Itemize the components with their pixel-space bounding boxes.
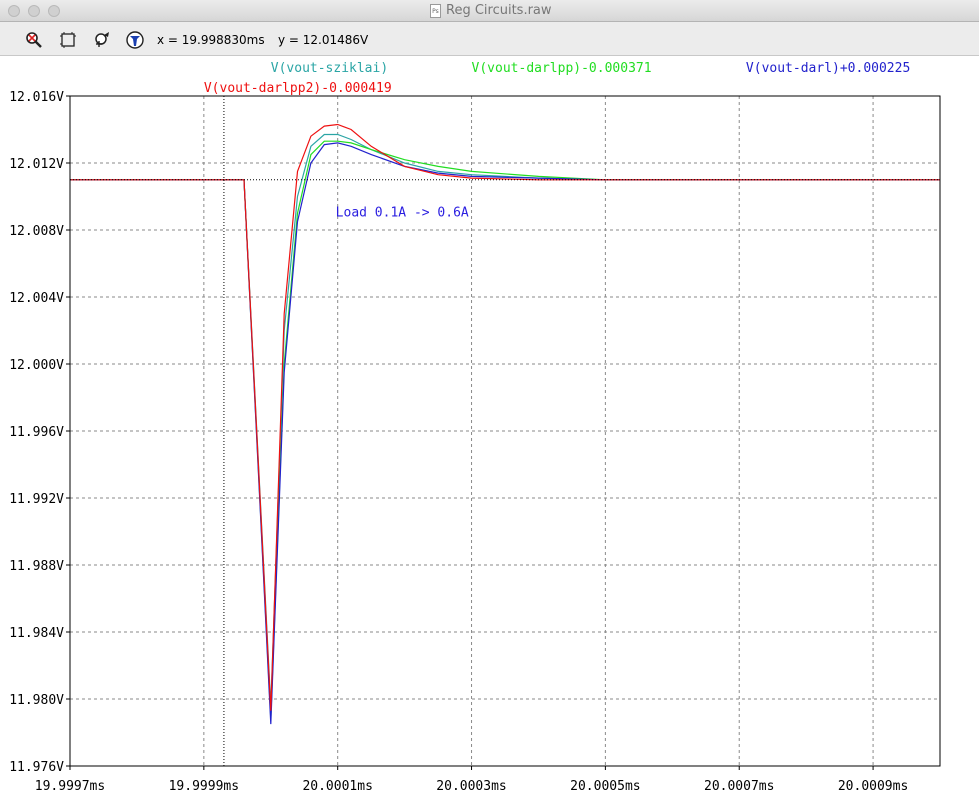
y-tick-label: 12.000V: [9, 358, 64, 373]
waveform-plot[interactable]: 11.976V 11.980V 11.984V 11.988V 11.992V 11.99…: [0, 0, 979, 795]
y-tick-label: 11.976V: [9, 760, 64, 775]
y-tick-label: 12.004V: [9, 291, 64, 306]
y-tick-label: 11.980V: [9, 693, 64, 708]
grid: [69, 95, 940, 767]
series-lines: [70, 123, 940, 725]
legend-entry[interactable]: V(vout-darl)+0.000225: [746, 61, 910, 76]
series-line: [70, 123, 940, 711]
x-tick-label: 20.0007ms: [704, 779, 774, 794]
y-tick-label: 12.008V: [9, 224, 64, 239]
y-tick-label: 11.984V: [9, 626, 64, 641]
legend: V(vout-sziklai) V(vout-darlpp)-0.000371 V(…: [204, 61, 910, 96]
y-tick-label: 11.992V: [9, 492, 64, 507]
legend-entry[interactable]: V(vout-darlpp)-0.000371: [472, 61, 652, 76]
x-tick-label: 19.9997ms: [35, 779, 105, 794]
x-tick-label: 20.0005ms: [570, 779, 640, 794]
legend-entry[interactable]: V(vout-darlpp2)-0.000419: [204, 81, 392, 96]
x-tick-label: 20.0009ms: [838, 779, 908, 794]
y-tick-label: 12.012V: [9, 157, 64, 172]
y-tick-label: 11.988V: [9, 559, 64, 574]
x-tick-label: 20.0003ms: [436, 779, 506, 794]
legend-entry[interactable]: V(vout-sziklai): [271, 61, 388, 76]
series-line: [70, 133, 940, 706]
x-tick-label: 19.9999ms: [169, 779, 239, 794]
y-tick-label: 11.996V: [9, 425, 64, 440]
y-tick-label: 12.016V: [9, 90, 64, 105]
x-tick-label: 20.0001ms: [302, 779, 372, 794]
load-step-annotation: Load 0.1A -> 0.6A: [336, 206, 469, 221]
axis-ticks: 11.976V 11.980V 11.984V 11.988V 11.992V 11.99…: [9, 90, 908, 794]
